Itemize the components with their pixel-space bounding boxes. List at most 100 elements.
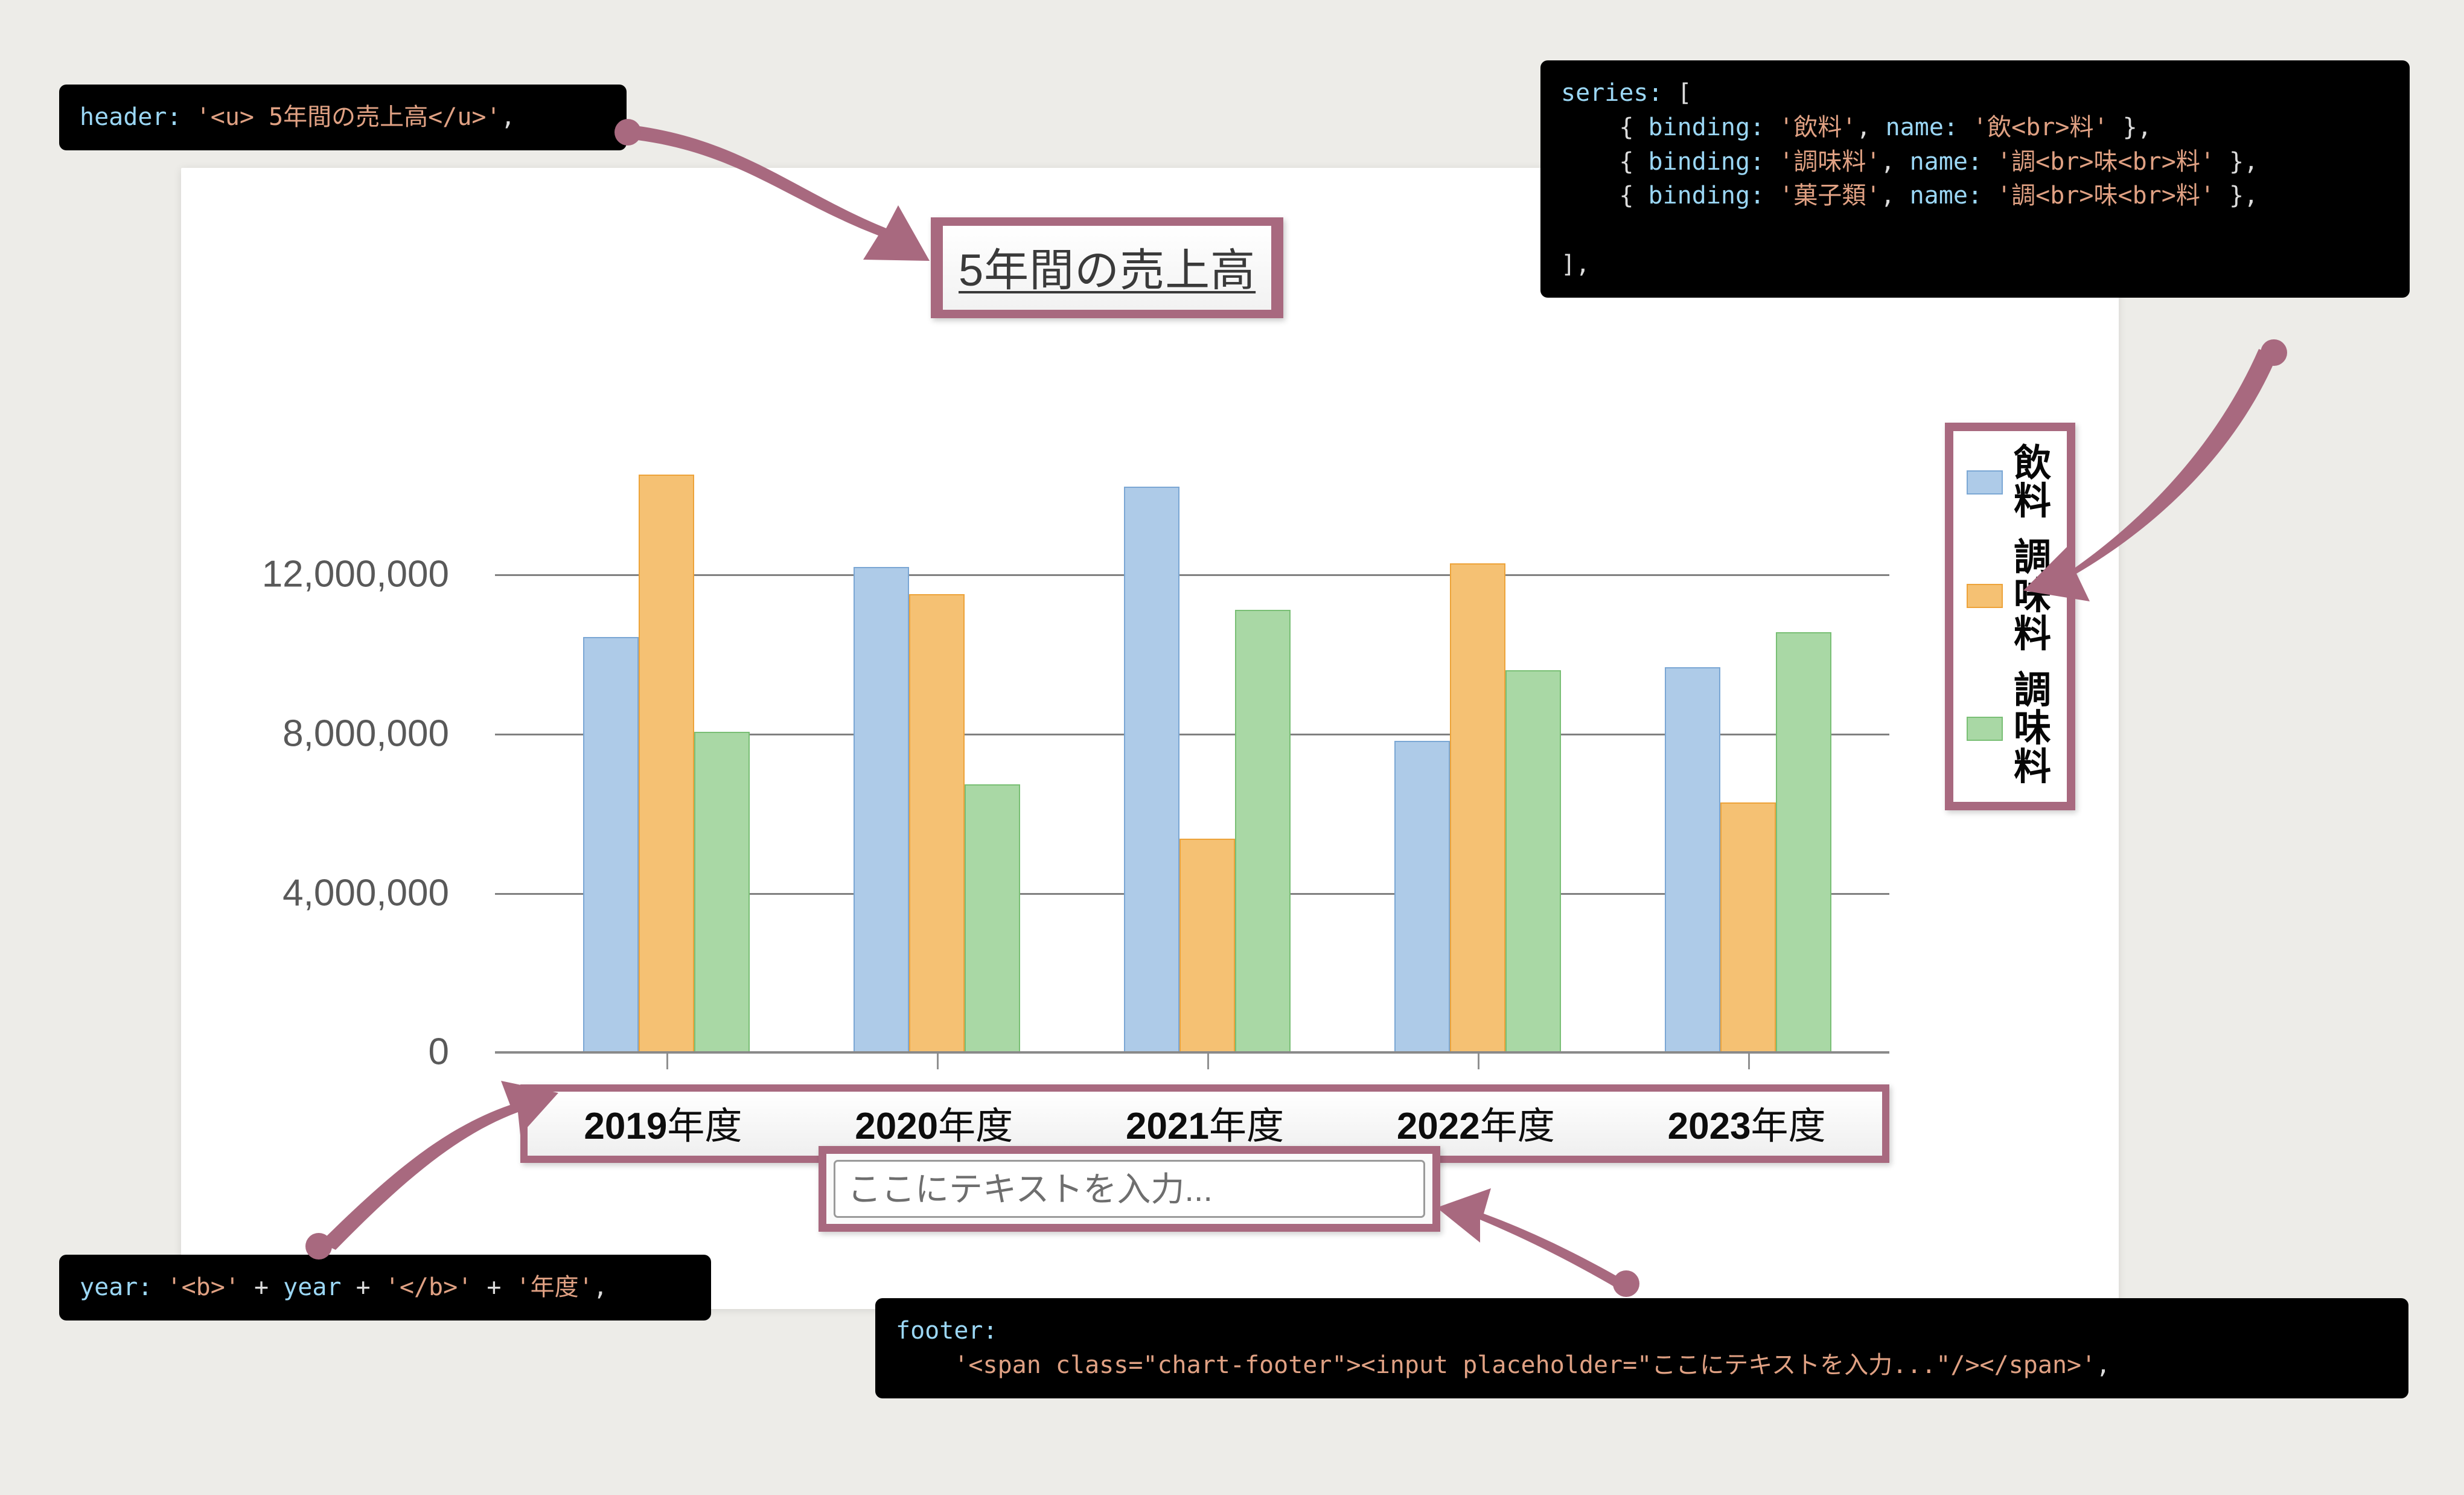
code-series-rows: { binding: '飲料', name: '飲<br>料' }, { bin…: [1561, 114, 2258, 210]
code-string: '調味料': [1764, 147, 1881, 176]
bar-group: [1613, 465, 1883, 1069]
code-punct: [: [1662, 79, 1692, 107]
code-punct: },: [2214, 182, 2259, 210]
legend-label-char: 味: [2014, 575, 2052, 617]
code-variable: year: [283, 1273, 342, 1301]
x-axis-label-year: 2022: [1396, 1106, 1480, 1147]
footer-box: [826, 1154, 1432, 1224]
code-punct: },: [2108, 113, 2152, 141]
chart-legend: 飲料調味料調味料: [1953, 431, 2067, 802]
x-axis-label: 2019年度: [528, 1095, 799, 1150]
x-axis-label-year: 2021: [1126, 1106, 1209, 1147]
legend-label: 飲料: [2014, 443, 2052, 521]
bar[interactable]: [639, 474, 694, 1054]
legend-label: 調味料: [2014, 539, 2051, 653]
legend-swatch-icon: [1967, 717, 2003, 741]
bar[interactable]: [1505, 670, 1561, 1054]
x-axis-label: 2020年度: [799, 1095, 1070, 1150]
code-operator: +: [239, 1273, 284, 1301]
code-callout-series: series: [ { binding: '飲料', name: '飲<br>料…: [1540, 60, 2410, 298]
bar[interactable]: [854, 566, 909, 1054]
code-punct: ,: [1880, 182, 1910, 210]
code-punct: },: [2214, 147, 2259, 176]
bar-group: [1342, 465, 1613, 1069]
code-string: '<b>': [152, 1273, 240, 1301]
x-axis-label: 2023年度: [1611, 1095, 1882, 1150]
bar[interactable]: [909, 594, 965, 1054]
code-string: '調<br>味<br>料': [1982, 147, 2215, 176]
bar[interactable]: [1450, 563, 1505, 1054]
x-axis-tick: [1207, 1054, 1209, 1069]
code-key: binding:: [1648, 113, 1765, 141]
bar[interactable]: [1776, 632, 1831, 1054]
legend-label-char: 料: [2014, 613, 2052, 655]
plot-area: 0 4,000,000 8,000,000 12,000,000: [262, 465, 1889, 1073]
x-axis-label-suffix: 年度: [1208, 1106, 1284, 1147]
code-key: name:: [1909, 147, 1982, 176]
code-key: binding:: [1648, 182, 1765, 210]
code-operator: +: [472, 1273, 516, 1301]
bar-group: [802, 465, 1072, 1069]
arrow-anchor-series: [2261, 339, 2287, 366]
legend-label: 調味料: [2014, 671, 2051, 786]
code-callout-footer: footer: '<span class="chart-footer"><inp…: [875, 1298, 2408, 1398]
legend-item[interactable]: 調味料: [1967, 539, 2051, 653]
bar[interactable]: [694, 732, 750, 1054]
legend-item[interactable]: 飲料: [1967, 444, 2051, 520]
x-axis-label-year: 2023: [1667, 1106, 1751, 1147]
code-key: name:: [1885, 113, 1958, 141]
x-axis-tick: [1478, 1054, 1479, 1069]
code-key: header:: [80, 103, 182, 131]
chart-title-box: 5年間の売上高: [943, 226, 1272, 310]
code-key: name:: [1909, 182, 1982, 210]
bar[interactable]: [1235, 610, 1291, 1054]
code-string: '</b>': [385, 1273, 473, 1301]
page-title: 5年間の売上高: [959, 245, 1256, 295]
bar[interactable]: [583, 637, 639, 1054]
bar[interactable]: [965, 784, 1020, 1054]
code-string: '年度': [515, 1273, 593, 1301]
chart-footer-input[interactable]: [834, 1160, 1425, 1218]
x-axis-tick: [937, 1054, 939, 1069]
bar-group: [531, 465, 802, 1069]
chart-title-callout: 5年間の売上高: [931, 217, 1284, 318]
code-punct: {: [1561, 113, 1649, 141]
code-key: footer:: [896, 1317, 998, 1345]
code-string: '菓子類': [1764, 182, 1881, 210]
code-key: series:: [1561, 79, 1663, 107]
bar-group: [1072, 465, 1342, 1069]
code-punct: ,: [1856, 113, 1886, 141]
code-key: binding:: [1648, 147, 1765, 176]
legend-swatch-icon: [1967, 584, 2003, 609]
y-axis-tick-label: 4,000,000: [282, 872, 449, 914]
code-punct: ,: [593, 1273, 608, 1301]
legend-label-char: 味: [2014, 708, 2052, 750]
bar[interactable]: [1720, 802, 1776, 1054]
legend-callout: 飲料調味料調味料: [1945, 423, 2076, 810]
x-axis-label-suffix: 年度: [938, 1106, 1013, 1147]
legend-label-char: 料: [2014, 746, 2052, 788]
x-axis-label-year: 2019: [584, 1106, 668, 1147]
legend-label-char: 飲: [2014, 443, 2052, 484]
x-axis-label: 2021年度: [1070, 1095, 1341, 1150]
legend-swatch-icon: [1967, 470, 2003, 495]
code-punct: ,: [500, 103, 515, 131]
code-string: '飲料': [1764, 113, 1857, 141]
code-string: '飲<br>料': [1958, 113, 2108, 141]
legend-label-char: 調: [2014, 537, 2052, 579]
footer-callout: [819, 1146, 1440, 1232]
bar-groups: [531, 465, 1883, 1069]
legend-item[interactable]: 調味料: [1967, 671, 2051, 786]
x-axis-label-suffix: 年度: [667, 1106, 742, 1147]
code-operator: +: [341, 1273, 385, 1301]
x-axis-label-year: 2020: [855, 1106, 939, 1147]
bar[interactable]: [1124, 486, 1179, 1054]
code-punct: ,: [2096, 1351, 2111, 1379]
code-punct: {: [1561, 147, 1649, 176]
bar[interactable]: [1665, 667, 1720, 1054]
bar[interactable]: [1179, 839, 1235, 1054]
bar[interactable]: [1394, 740, 1450, 1054]
code-callout-year: year: '<b>' + year + '</b>' + '年度',: [59, 1255, 711, 1321]
y-axis-tick-label: 12,000,000: [261, 553, 449, 595]
code-punct: {: [1561, 182, 1649, 210]
